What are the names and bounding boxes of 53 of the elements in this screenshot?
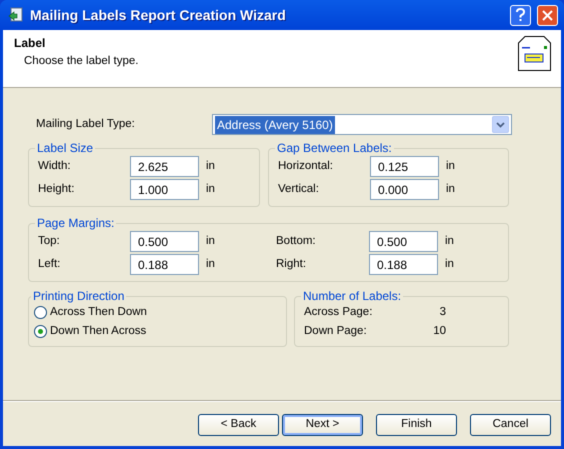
group-title: Page Margins: [36, 216, 116, 230]
number-field[interactable]: 0.188 [130, 254, 199, 275]
number-field[interactable]: 2.625 [130, 156, 199, 177]
unit-label: in [444, 256, 454, 272]
unit-label: in [205, 256, 216, 272]
field-label: Bottom: [276, 234, 317, 249]
field-label: Vertical: [278, 182, 320, 197]
count-value: 3 [438, 304, 446, 320]
unit-label: in [445, 158, 455, 174]
close-icon [542, 10, 553, 20]
close-button[interactable] [537, 4, 558, 26]
unit-label: in [444, 234, 454, 249]
field-label: Top: [38, 234, 61, 249]
wizard-button[interactable]: Finish [376, 414, 457, 436]
radio-option[interactable]: Down Then Across [34, 322, 278, 341]
chevron-down-icon [496, 122, 505, 128]
number-field[interactable]: 0.500 [130, 231, 199, 252]
field-label: Left: [38, 256, 62, 272]
number-field[interactable]: 0.000 [370, 179, 439, 200]
field-label: Down Page: [304, 324, 368, 339]
group-title: Printing Direction [32, 289, 126, 303]
field-label: Right: [276, 256, 308, 272]
number-field[interactable]: 1.000 [130, 179, 199, 200]
unit-label: in [445, 182, 455, 197]
group-title: Gap Between Labels: [276, 141, 393, 155]
field-label: Across Page: [304, 304, 374, 320]
wizard-app-icon [8, 7, 24, 23]
label-type-dropdown[interactable]: Address (Avery 5160) [212, 114, 512, 135]
field-label: Height: [38, 182, 76, 197]
unit-label: in [205, 234, 216, 249]
radio-button[interactable] [34, 306, 47, 319]
count-value: 10 [432, 324, 446, 339]
wizard-button[interactable]: < Back [198, 414, 279, 436]
help-button[interactable] [510, 4, 531, 26]
step-description: Choose the label type. [23, 54, 140, 69]
number-field[interactable]: 0.125 [370, 156, 439, 177]
field-label: Width: [38, 158, 72, 174]
radio-option[interactable]: Across Then Down [34, 303, 278, 322]
window-title: Mailing Labels Report Creation Wizard [30, 6, 287, 25]
number-field[interactable]: 0.188 [369, 254, 438, 275]
envelope-icon [518, 36, 551, 71]
wizard-button[interactable]: Cancel [470, 414, 551, 436]
group-title: Number of Labels: [302, 289, 402, 303]
field-label: Mailing Label Type: [36, 116, 136, 132]
field-label: Horizontal: [278, 158, 334, 174]
radio-button[interactable] [34, 325, 47, 338]
unit-label: in [205, 158, 215, 174]
group-title: Label Size [36, 141, 94, 155]
help-icon [515, 8, 526, 22]
step-title: Label [14, 35, 46, 52]
wizard-button[interactable]: Next > [282, 414, 363, 436]
unit-label: in [205, 182, 215, 197]
number-field[interactable]: 0.500 [369, 231, 438, 252]
